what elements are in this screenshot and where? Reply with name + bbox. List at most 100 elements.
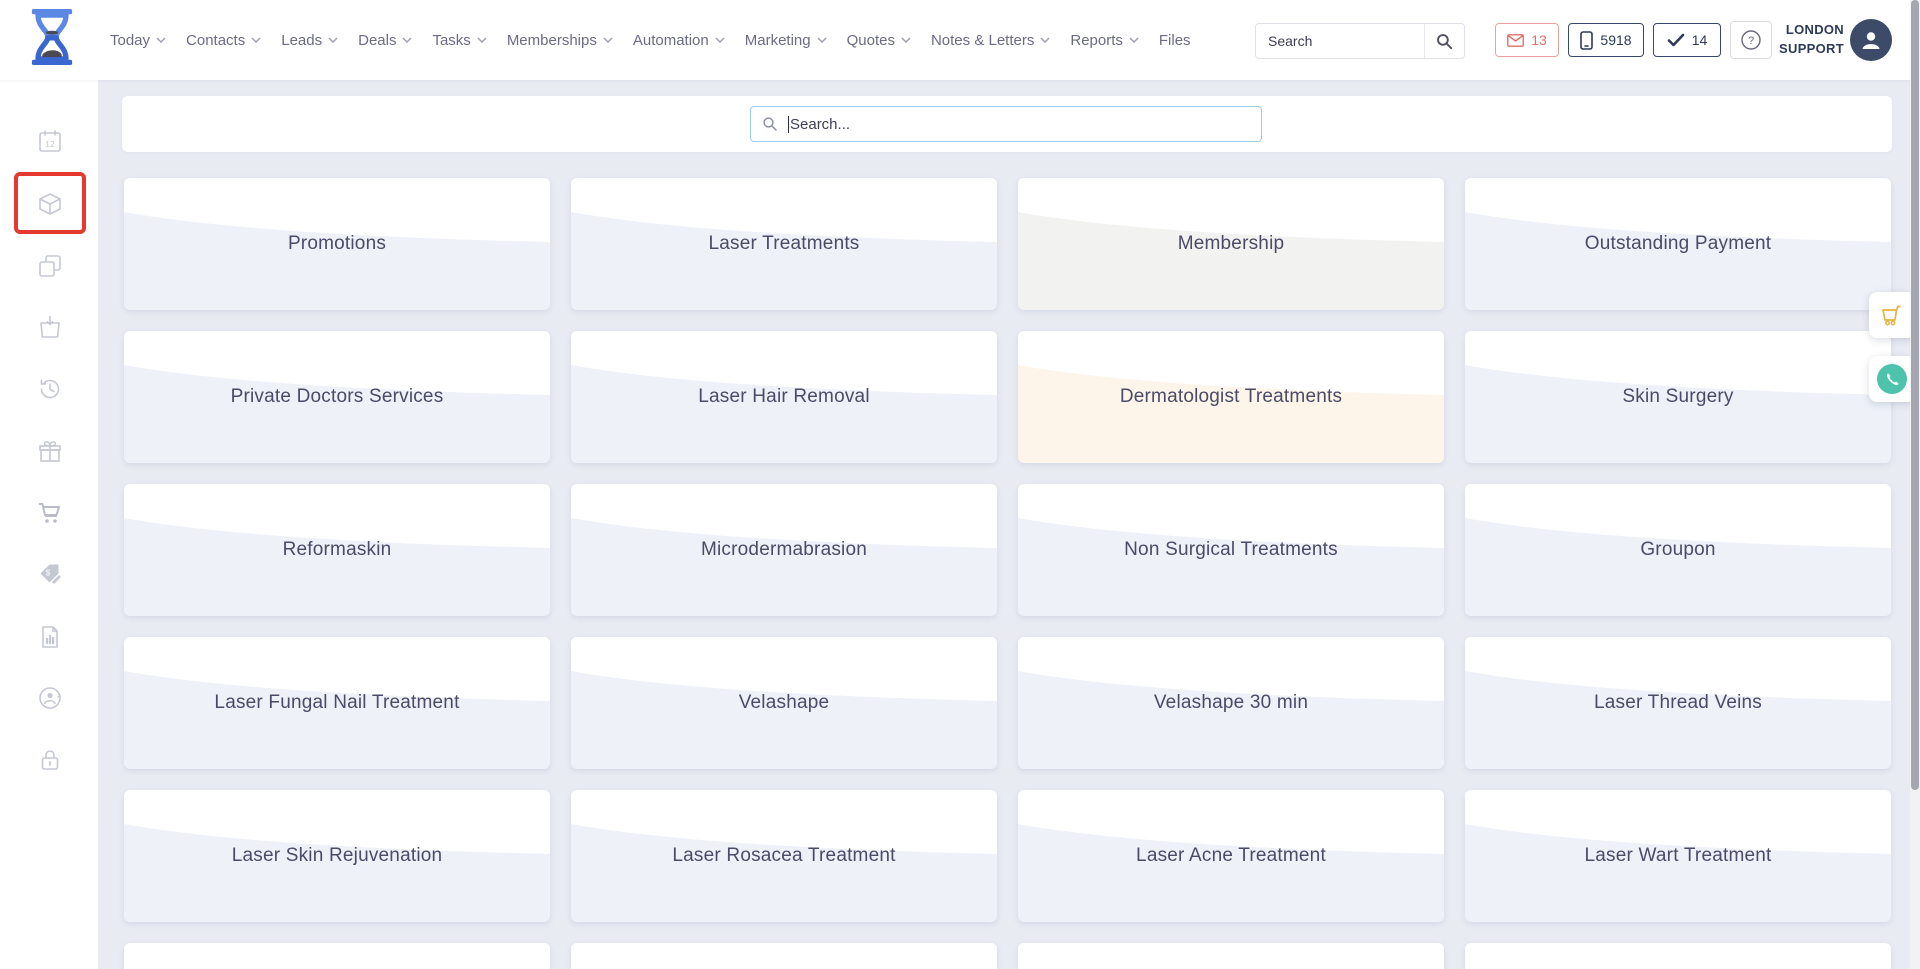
category-label: Laser Skin Rejuvenation (124, 790, 550, 922)
category-card-laser-treatments[interactable]: Laser Treatments (571, 178, 997, 310)
nav-item-notes-letters[interactable]: Notes & Letters (931, 32, 1050, 49)
nav-label: Files (1159, 32, 1191, 49)
chevron-down-icon (603, 37, 613, 43)
nav-item-files[interactable]: Files (1159, 32, 1191, 49)
nav-item-quotes[interactable]: Quotes (847, 32, 911, 49)
mail-icon (1507, 34, 1524, 47)
floating-phone-button[interactable] (1869, 356, 1915, 402)
nav-item-marketing[interactable]: Marketing (745, 32, 827, 49)
nav-label: Leads (281, 32, 322, 49)
sidebar-item-history[interactable] (37, 376, 63, 402)
inbox-count: 13 (1531, 32, 1547, 48)
svg-text:$: $ (46, 569, 51, 578)
user-name-line2: SUPPORT (1770, 40, 1844, 59)
sidebar-item-copy[interactable] (37, 253, 63, 279)
calls-count: 5918 (1600, 32, 1631, 48)
tasks-count: 14 (1692, 32, 1708, 48)
app-logo-hourglass-icon[interactable] (24, 7, 80, 67)
category-card-laser-skin-rejuvenation[interactable]: Laser Skin Rejuvenation (124, 790, 550, 922)
category-label: Laser Wart Treatment (1465, 790, 1891, 922)
category-card-groupon[interactable]: Groupon (1465, 484, 1891, 616)
nav-item-automation[interactable]: Automation (633, 32, 725, 49)
nav-item-reports[interactable]: Reports (1070, 32, 1139, 49)
chevron-down-icon (1040, 37, 1050, 43)
category-card-laser-wart-treatment[interactable]: Laser Wart Treatment (1465, 790, 1891, 922)
search-icon (762, 116, 778, 132)
category-card-reformaskin[interactable]: Reformaskin (124, 484, 550, 616)
sidebar-item-products-package[interactable] (37, 191, 63, 217)
category-card-partial[interactable] (1018, 943, 1444, 969)
category-card-velashape-30-min[interactable]: Velashape 30 min (1018, 637, 1444, 769)
nav-item-memberships[interactable]: Memberships (507, 32, 613, 49)
category-card-partial[interactable] (571, 943, 997, 969)
nav-label: Quotes (847, 32, 895, 49)
nav-label: Contacts (186, 32, 245, 49)
scrollbar-thumb[interactable] (1911, 0, 1919, 790)
svg-text:?: ? (1748, 35, 1754, 47)
phone-icon (1877, 364, 1907, 394)
calls-button[interactable]: 5918 (1568, 23, 1644, 57)
category-label: Velashape 30 min (1018, 637, 1444, 769)
help-button[interactable]: ? (1730, 21, 1772, 59)
nav-label: Automation (633, 32, 709, 49)
category-card-private-doctors-services[interactable]: Private Doctors Services (124, 331, 550, 463)
floating-cart-button[interactable] (1869, 292, 1915, 338)
category-label: Outstanding Payment (1465, 178, 1891, 310)
cart-icon (1879, 302, 1905, 328)
category-card-laser-thread-veins[interactable]: Laser Thread Veins (1465, 637, 1891, 769)
category-label: Skin Surgery (1465, 331, 1891, 463)
sidebar-item-cart[interactable] (37, 500, 63, 526)
category-card-non-surgical-treatments[interactable]: Non Surgical Treatments (1018, 484, 1444, 616)
sidebar-item-lock[interactable] (37, 747, 63, 773)
category-card-laser-fungal-nail-treatment[interactable]: Laser Fungal Nail Treatment (124, 637, 550, 769)
nav-item-contacts[interactable]: Contacts (186, 32, 261, 49)
sidebar-item-shopping-bag[interactable] (37, 314, 63, 340)
category-card-laser-acne-treatment[interactable]: Laser Acne Treatment (1018, 790, 1444, 922)
nav-item-today[interactable]: Today (110, 32, 166, 49)
category-card-skin-surgery[interactable]: Skin Surgery (1465, 331, 1891, 463)
category-label: Groupon (1465, 484, 1891, 616)
category-search-panel (122, 96, 1892, 152)
category-card-microdermabrasion[interactable]: Microdermabrasion (571, 484, 997, 616)
card-wave-decoration (571, 943, 997, 969)
icon-sidebar: 12 (0, 80, 98, 969)
category-card-partial[interactable] (1465, 943, 1891, 969)
avatar[interactable] (1850, 19, 1892, 61)
tasks-button[interactable]: 14 (1653, 23, 1721, 57)
category-card-outstanding-payment[interactable]: Outstanding Payment (1465, 178, 1891, 310)
sidebar-item-account-sync[interactable] (37, 685, 63, 711)
sidebar-item-calendar[interactable]: 12 (37, 128, 63, 154)
global-search-input[interactable] (1256, 33, 1424, 49)
category-label: Microdermabrasion (571, 484, 997, 616)
category-card-promotions[interactable]: Promotions (124, 178, 550, 310)
sidebar-item-report[interactable] (37, 624, 63, 650)
mobile-phone-icon (1580, 31, 1593, 50)
category-card-membership[interactable]: Membership (1018, 178, 1444, 310)
category-search-input[interactable] (790, 116, 1250, 133)
chevron-down-icon (1129, 37, 1139, 43)
chevron-down-icon (156, 37, 166, 43)
nav-item-leads[interactable]: Leads (281, 32, 338, 49)
nav-item-tasks[interactable]: Tasks (432, 32, 486, 49)
inbox-button[interactable]: 13 (1495, 23, 1559, 57)
category-label: Laser Thread Veins (1465, 637, 1891, 769)
category-grid: Promotions Laser Treatments Membership O… (124, 178, 1891, 969)
app-window: Today Contacts Leads Deals Tasks Members… (0, 0, 1920, 969)
sidebar-item-gift[interactable] (37, 438, 63, 464)
category-card-velashape[interactable]: Velashape (571, 637, 997, 769)
nav-item-deals[interactable]: Deals (358, 32, 412, 49)
category-label: Promotions (124, 178, 550, 310)
category-card-laser-rosacea-treatment[interactable]: Laser Rosacea Treatment (571, 790, 997, 922)
user-name-line1: LONDON (1770, 21, 1844, 40)
card-wave-decoration (1465, 943, 1891, 969)
chevron-down-icon (328, 37, 338, 43)
sidebar-item-price-tag[interactable]: $ (37, 561, 63, 587)
category-card-dermatologist-treatments[interactable]: Dermatologist Treatments (1018, 331, 1444, 463)
category-card-laser-hair-removal[interactable]: Laser Hair Removal (571, 331, 997, 463)
category-label: Private Doctors Services (124, 331, 550, 463)
category-label: Non Surgical Treatments (1018, 484, 1444, 616)
global-search-button[interactable] (1424, 24, 1464, 58)
category-card-partial[interactable] (124, 943, 550, 969)
scrollbar-track[interactable] (1910, 0, 1920, 969)
nav-label: Memberships (507, 32, 597, 49)
